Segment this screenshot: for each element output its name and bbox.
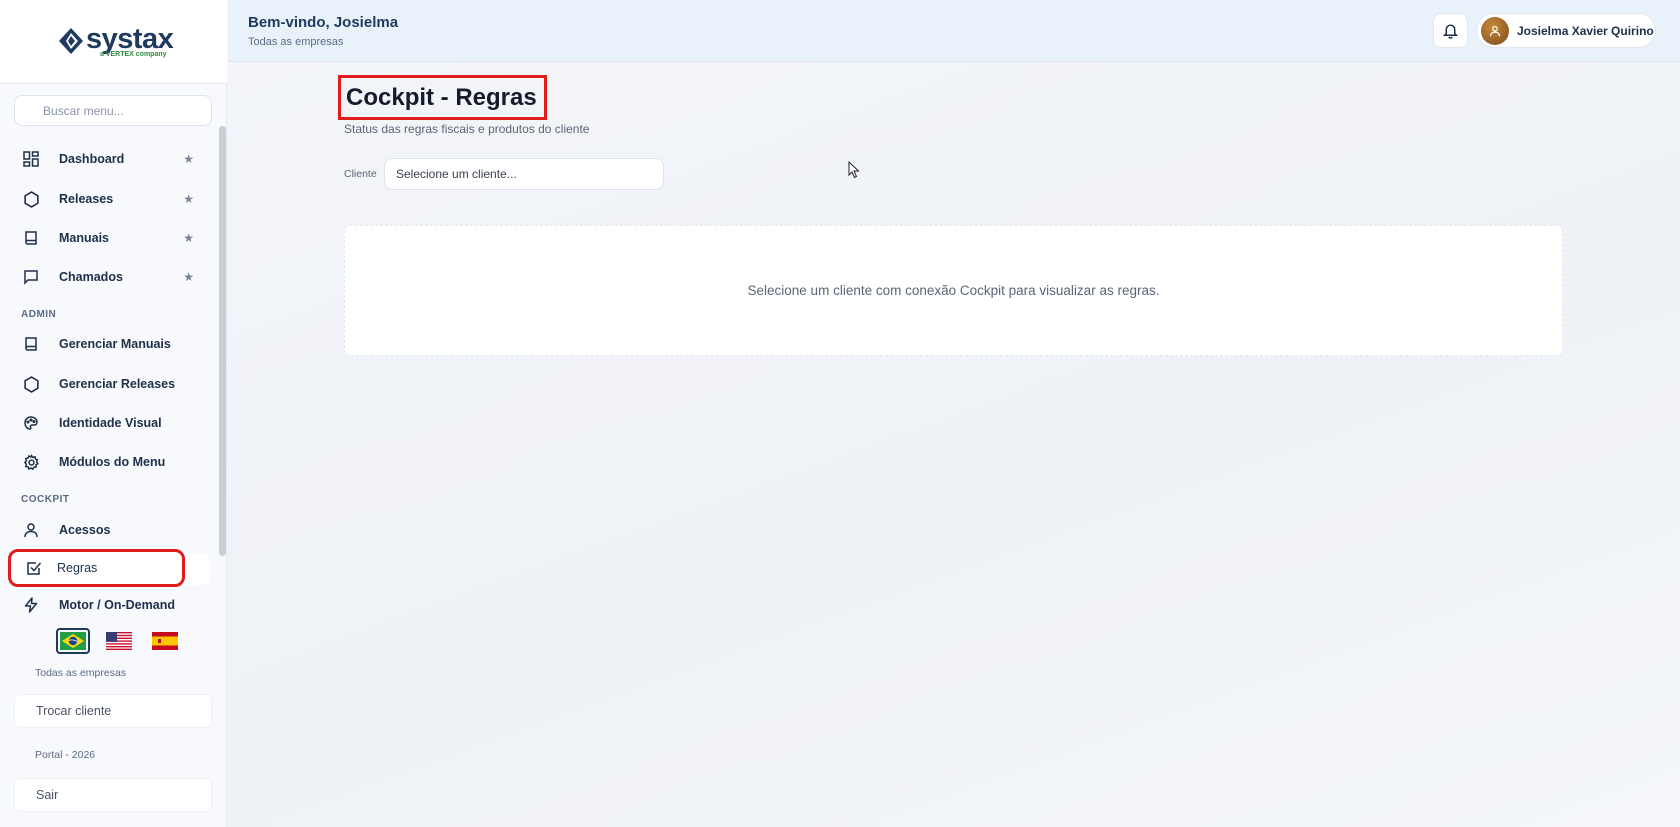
- client-label: Cliente: [344, 168, 377, 180]
- logo-tagline: a VERTEX company: [100, 51, 167, 58]
- sidebar-item-modulos-menu[interactable]: Módulos do Menu: [10, 445, 210, 479]
- user-avatar-icon: [1489, 25, 1501, 36]
- logo-area: systax a VERTEX company: [0, 0, 227, 84]
- favorite-star-icon[interactable]: ★: [183, 152, 194, 166]
- language-selector: [56, 628, 182, 654]
- dashboard-icon: [22, 150, 40, 168]
- switch-client-button[interactable]: Trocar cliente: [14, 694, 212, 728]
- sidebar-item-label: Gerenciar Manuais: [59, 337, 171, 351]
- welcome-message: Bem-vindo, Josielma: [248, 14, 399, 31]
- flag-usa-icon[interactable]: [102, 628, 136, 654]
- page-subtitle: Status das regras fiscais e produtos do …: [344, 122, 590, 136]
- user-icon: [22, 521, 40, 539]
- sidebar-item-motor-on-demand[interactable]: Motor / On-Demand: [10, 588, 210, 622]
- sidebar-item-dashboard[interactable]: Dashboard ★: [10, 142, 210, 176]
- bell-icon: [1442, 24, 1459, 39]
- sidebar-item-label: Releases: [59, 192, 114, 206]
- sidebar-item-label: Manuais: [59, 231, 110, 245]
- sidebar-item-label: Identidade Visual: [59, 416, 162, 430]
- book-icon: [22, 229, 40, 247]
- sidebar-item-label: Acessos: [59, 523, 111, 537]
- sidebar-item-label: Dashboard: [59, 152, 125, 166]
- systax-logo[interactable]: systax a VERTEX company: [58, 23, 174, 63]
- menu-search-input[interactable]: [14, 95, 212, 126]
- user-menu-button[interactable]: Josielma Xavier Quirino: [1476, 13, 1656, 48]
- notifications-button[interactable]: [1433, 13, 1468, 48]
- header-company: Todas as empresas: [248, 36, 344, 48]
- hexagon-icon: [22, 375, 40, 393]
- systax-logo-mark-icon: [59, 28, 83, 54]
- empty-state-card: Selecione um cliente com conexão Cockpit…: [344, 225, 1563, 356]
- top-header: Bem-vindo, Josielma Todas as empresas Jo…: [228, 0, 1680, 62]
- client-select[interactable]: Selecione um cliente...: [384, 158, 664, 190]
- active-item-background: [183, 553, 210, 585]
- favorite-star-icon[interactable]: ★: [183, 192, 194, 206]
- sidebar-company-name: Todas as empresas: [35, 667, 127, 679]
- book-icon: [22, 335, 40, 353]
- sidebar-item-gerenciar-releases[interactable]: Gerenciar Releases: [10, 367, 210, 401]
- sidebar-item-label: Gerenciar Releases: [59, 377, 176, 391]
- empty-state-message: Selecione um cliente com conexão Cockpit…: [747, 283, 1160, 298]
- avatar: [1481, 16, 1509, 45]
- sidebar-item-label: Chamados: [59, 270, 123, 284]
- portal-version: Portal - 2026: [35, 749, 96, 761]
- chat-icon: [22, 268, 40, 286]
- checkbox-icon: [25, 559, 43, 577]
- flag-spain-icon[interactable]: [148, 628, 182, 654]
- sidebar-item-label: Módulos do Menu: [59, 455, 166, 469]
- bolt-icon: [22, 596, 40, 614]
- favorite-star-icon[interactable]: ★: [183, 231, 194, 245]
- section-label-admin: ADMIN: [21, 309, 57, 320]
- favorite-star-icon[interactable]: ★: [183, 270, 194, 284]
- sidebar-item-manuais[interactable]: Manuais ★: [10, 221, 210, 255]
- sidebar-item-label: Motor / On-Demand: [59, 598, 175, 612]
- page-title: Cockpit - Regras: [338, 75, 547, 120]
- sidebar-scrollbar[interactable]: [219, 126, 226, 556]
- sidebar: systax a VERTEX company Dashboard ★ Rele…: [0, 0, 227, 827]
- logout-button[interactable]: Sair: [14, 778, 212, 812]
- mouse-cursor-icon: [848, 161, 860, 179]
- sidebar-item-releases[interactable]: Releases ★: [10, 182, 210, 216]
- sidebar-item-acessos[interactable]: Acessos: [10, 513, 210, 547]
- user-name: Josielma Xavier Quirino: [1517, 23, 1654, 38]
- flag-brazil-icon[interactable]: [56, 628, 90, 654]
- sidebar-item-label: Regras: [57, 561, 98, 575]
- palette-icon: [22, 414, 40, 432]
- hexagon-icon: [22, 190, 40, 208]
- sidebar-item-chamados[interactable]: Chamados ★: [10, 260, 210, 294]
- sidebar-item-identidade-visual[interactable]: Identidade Visual: [10, 406, 210, 440]
- sidebar-item-gerenciar-manuais[interactable]: Gerenciar Manuais: [10, 327, 210, 361]
- sidebar-item-regras[interactable]: Regras: [8, 549, 185, 587]
- gear-icon: [22, 453, 40, 471]
- section-label-cockpit: COCKPIT: [21, 494, 70, 505]
